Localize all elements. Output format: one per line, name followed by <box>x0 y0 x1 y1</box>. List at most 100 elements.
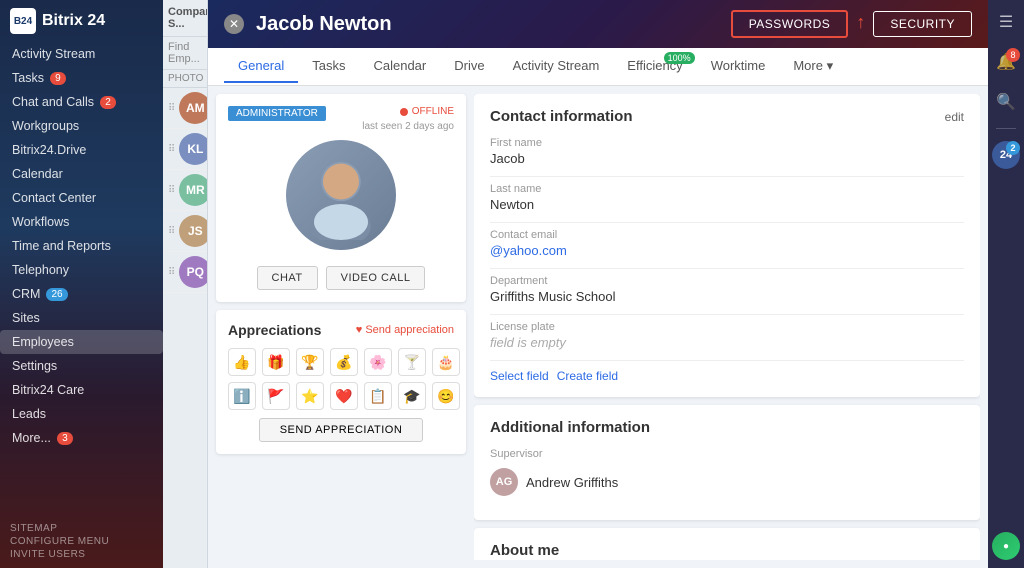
bitrix24-badge: 2 <box>1006 141 1020 155</box>
sidebar-item-bitrix24.drive[interactable]: Bitrix24.Drive <box>0 138 163 162</box>
employee-avatar: PQ <box>179 256 208 288</box>
appreciation-icon[interactable]: ℹ️ <box>228 382 256 410</box>
sidebar-bottom-item[interactable]: SITEMAP <box>10 523 153 534</box>
sidebar-logo[interactable]: B24 Bitrix 24 <box>0 0 163 42</box>
employee-list-panel: Company S... Find Emp... PHOTO ⠿AM⠿KL⠿MR… <box>163 0 208 568</box>
field-divider <box>490 222 964 223</box>
appreciations-card: Appreciations ♥ Send appreciation 👍🎁🏆💰🌸🍸… <box>216 310 466 454</box>
select-field-link[interactable]: Select field <box>490 369 549 383</box>
appreciation-icon[interactable]: 🚩 <box>262 382 290 410</box>
employee-row[interactable]: ⠿AM <box>163 88 207 129</box>
bell-icon[interactable]: 🔔 8 <box>992 48 1020 76</box>
about-me-title: About me <box>490 542 559 559</box>
field-value: Newton <box>490 197 964 212</box>
sidebar-item-time-and-reports[interactable]: Time and Reports <box>0 234 163 258</box>
sidebar-item-workflows[interactable]: Workflows <box>0 210 163 234</box>
appreciation-icon[interactable]: ⭐ <box>296 382 324 410</box>
create-field-link[interactable]: Create field <box>557 369 618 383</box>
sidebar-item-workgroups[interactable]: Workgroups <box>0 114 163 138</box>
tab-tasks[interactable]: Tasks <box>298 50 359 83</box>
sidebar-item-label: Calendar <box>12 167 63 181</box>
appreciation-icon[interactable]: 🏆 <box>296 348 324 376</box>
field-value: field is empty <box>490 335 964 350</box>
field-divider <box>490 268 964 269</box>
appreciation-icon[interactable]: 🍸 <box>398 348 426 376</box>
sidebar-badge: 2 <box>100 96 116 109</box>
employee-avatar: MR <box>179 174 208 206</box>
send-appreciation-button[interactable]: SEND APPRECIATION <box>259 418 424 442</box>
appreciation-icon[interactable]: 🎁 <box>262 348 290 376</box>
tab-general[interactable]: General <box>224 50 298 83</box>
sidebar-item-label: Tasks <box>12 71 44 85</box>
sidebar-item-settings[interactable]: Settings <box>0 354 163 378</box>
additional-info-title: Additional information <box>490 419 650 436</box>
tab-activity-stream[interactable]: Activity Stream <box>499 50 614 83</box>
sidebar-item-label: CRM <box>12 287 40 301</box>
sidebar-item-sites[interactable]: Sites <box>0 306 163 330</box>
sidebar-item-chat-and-calls[interactable]: Chat and Calls 2 <box>0 90 163 114</box>
sidebar-item-more...[interactable]: More...3 <box>0 426 163 450</box>
appreciation-icon[interactable]: 👍 <box>228 348 256 376</box>
send-appreciation-link[interactable]: ♥ Send appreciation <box>356 324 454 336</box>
sidebar-item-leads[interactable]: Leads <box>0 402 163 426</box>
tab-worktime[interactable]: Worktime <box>697 50 780 83</box>
chat-button[interactable]: CHAT <box>257 266 318 290</box>
right-column: Contact information edit First nameJacob… <box>474 94 980 560</box>
tab-more-▾[interactable]: More ▾ <box>779 50 847 84</box>
profile-name: Jacob Newton <box>256 13 392 36</box>
video-call-button[interactable]: VIDEO CALL <box>326 266 426 290</box>
appreciation-icon[interactable]: 🌸 <box>364 348 392 376</box>
sidebar-item-contact-center[interactable]: Contact Center <box>0 186 163 210</box>
contact-info-header: Contact information edit <box>490 108 964 125</box>
search-icon[interactable]: 🔍 <box>992 88 1020 116</box>
employee-row[interactable]: ⠿MR <box>163 170 207 211</box>
passwords-button[interactable]: PASSWORDS <box>731 10 849 38</box>
sidebar-item-crm[interactable]: CRM26 <box>0 282 163 306</box>
employee-row[interactable]: ⠿KL <box>163 129 207 170</box>
appreciation-icon[interactable]: 😊 <box>432 382 460 410</box>
sidebar-item-label: Bitrix24 Care <box>12 383 84 397</box>
employee-avatars: ⠿AM⠿KL⠿MR⠿JS⠿PQ <box>163 88 207 293</box>
appreciation-icon[interactable]: 💰 <box>330 348 358 376</box>
field-label: Contact email <box>490 229 964 241</box>
sidebar-bottom: SITEMAP CONFIGURE MENU INVITE USERS <box>0 515 163 568</box>
sidebar-bottom-item[interactable]: CONFIGURE MENU <box>10 536 153 547</box>
bitrix24-icon[interactable]: 24 2 <box>992 141 1020 169</box>
employee-list-header: Company S... <box>163 0 207 37</box>
tab-drive[interactable]: Drive <box>440 50 498 83</box>
sidebar-item-activity-stream[interactable]: Activity Stream <box>0 42 163 66</box>
appreciation-icons-row: 👍🎁🏆💰🌸🍸🎂 <box>228 348 454 376</box>
tab-efficiency[interactable]: Efficiency100% <box>613 50 696 83</box>
close-button[interactable]: ✕ <box>224 14 244 34</box>
sidebar-item-label: Time and Reports <box>12 239 111 253</box>
sidebar-item-tasks[interactable]: Tasks9 <box>0 66 163 90</box>
employee-avatar: AM <box>179 92 208 124</box>
security-button[interactable]: SECURITY <box>873 11 972 37</box>
menu-icon[interactable]: ☰ <box>992 8 1020 36</box>
sidebar-item-label: More... <box>12 431 51 445</box>
about-me-card: About me 📷 Share interesting life storie… <box>474 528 980 560</box>
field-label: License plate <box>490 321 964 333</box>
header-buttons: PASSWORDS ↑ SECURITY <box>731 10 972 38</box>
sidebar-item-telephony[interactable]: Telephony <box>0 258 163 282</box>
move-icon: ⠿ <box>168 144 175 155</box>
sidebar-bottom-item[interactable]: INVITE USERS <box>10 549 153 560</box>
photo-label: Company S... <box>168 6 208 30</box>
appreciation-icon[interactable]: 🎓 <box>398 382 426 410</box>
user-avatar-icon[interactable]: ● <box>992 532 1020 560</box>
appreciation-icon[interactable]: ❤️ <box>330 382 358 410</box>
sidebar-item-label: Bitrix24.Drive <box>12 143 86 157</box>
appreciation-icon[interactable]: 🎂 <box>432 348 460 376</box>
employee-row[interactable]: ⠿PQ <box>163 252 207 293</box>
sidebar-item-label: Sites <box>12 311 40 325</box>
edit-link[interactable]: edit <box>945 110 964 124</box>
profile-avatar-area <box>228 132 454 258</box>
sidebar-item-label: Settings <box>12 359 57 373</box>
tab-calendar[interactable]: Calendar <box>359 50 440 83</box>
appreciation-icon[interactable]: 📋 <box>364 382 392 410</box>
employee-row[interactable]: ⠿JS <box>163 211 207 252</box>
sidebar-item-employees[interactable]: Employees <box>0 330 163 354</box>
sidebar-item-calendar[interactable]: Calendar <box>0 162 163 186</box>
sidebar-item-label: Chat and Calls <box>12 95 94 109</box>
sidebar-item-bitrix24-care[interactable]: Bitrix24 Care <box>0 378 163 402</box>
